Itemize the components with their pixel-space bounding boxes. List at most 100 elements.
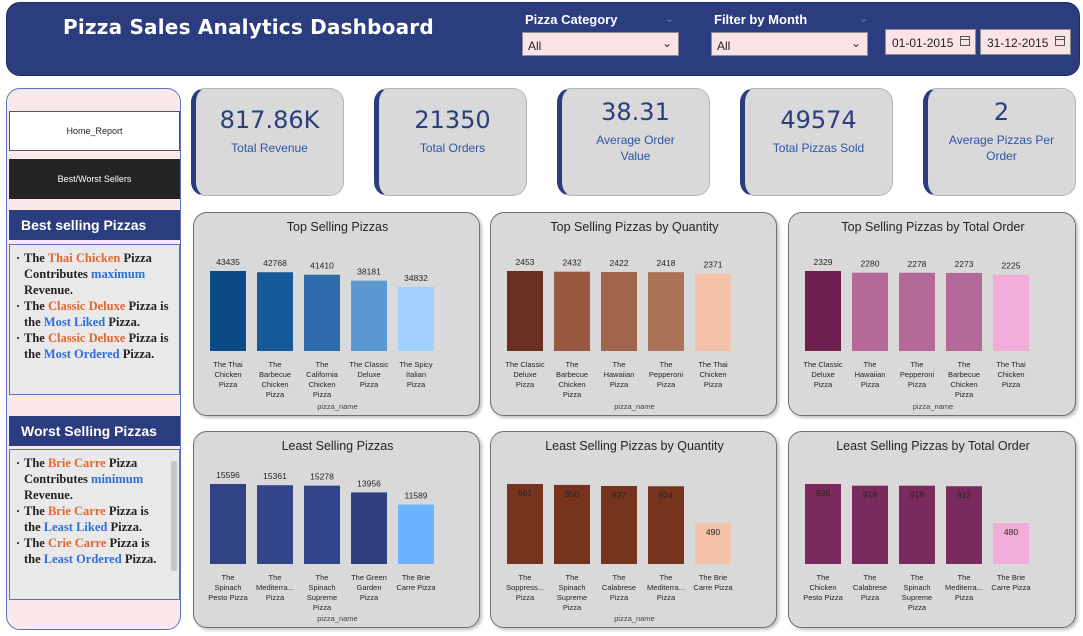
category-select[interactable]: All ⌄ <box>522 32 679 56</box>
data-label: 2371 <box>704 260 723 270</box>
category-label: Pizza <box>360 380 379 389</box>
note-text: Crie Carre <box>47 536 107 550</box>
kpi-value: 49574 <box>780 106 857 134</box>
category-label: Pizza <box>516 380 535 389</box>
bar[interactable] <box>210 484 246 564</box>
x-axis-label: pizza_name <box>614 614 654 623</box>
category-label: Spinach <box>308 583 335 592</box>
home-report-button[interactable]: Home_Report <box>9 111 180 151</box>
calendar-icon[interactable] <box>1055 36 1065 46</box>
bar[interactable] <box>351 280 387 351</box>
category-label: Pizza <box>313 603 332 612</box>
note-line: The Brie Carre Pizza is the Least Liked … <box>16 503 165 535</box>
data-label: 41410 <box>310 261 334 271</box>
bar[interactable] <box>805 271 841 351</box>
category-label: Carre Pizza <box>396 583 436 592</box>
bar[interactable] <box>946 272 982 351</box>
category-label: Barbecue <box>259 370 291 379</box>
category-label: The Brie <box>699 573 727 582</box>
note-text: Pizza. <box>119 347 155 361</box>
note-text: Classic Deluxe <box>47 331 126 345</box>
category-label: Calabrese <box>602 583 636 592</box>
best-worst-sellers-button[interactable]: Best/Worst Sellers <box>9 159 180 199</box>
bar[interactable] <box>398 286 434 351</box>
data-label: 15278 <box>310 472 334 482</box>
category-label: The <box>269 360 282 369</box>
best-selling-heading: Best selling Pizzas <box>9 210 180 240</box>
calendar-icon[interactable] <box>960 36 970 46</box>
data-label: 2329 <box>814 257 833 267</box>
bar[interactable] <box>398 504 434 564</box>
date-to-input[interactable]: 31-12-2015 <box>980 29 1071 55</box>
best-selling-notes: The Thai Chicken Pizza Contributes maxim… <box>9 244 180 395</box>
worst-selling-notes: The Brie Carre Pizza Contributes minimum… <box>9 449 180 600</box>
note-text: The <box>24 504 48 518</box>
category-label: The <box>222 573 235 582</box>
chevron-down-icon: ⌄ <box>665 12 675 25</box>
worst-selling-heading: Worst Selling Pizzas <box>9 416 180 446</box>
category-label: Pizza <box>516 593 535 602</box>
bar[interactable] <box>601 272 637 351</box>
date-from-input[interactable]: 01-01-2015 <box>885 29 976 55</box>
category-label: Deluxe <box>357 370 380 379</box>
category-label: Pizza <box>861 380 880 389</box>
kpi-total-revenue: 817.86K Total Revenue <box>191 88 344 196</box>
dashboard-title: Pizza Sales Analytics Dashboard <box>63 15 434 39</box>
category-label: The Spicy <box>399 360 433 369</box>
category-label: Pizza <box>360 593 379 602</box>
note-line: The Crie Carre Pizza is the Least Ordere… <box>16 535 165 567</box>
kpi-label: Total Orders <box>419 141 486 155</box>
notes-scrollbar[interactable] <box>171 461 177 571</box>
category-label: The Brie <box>997 573 1025 582</box>
bar[interactable] <box>257 485 293 564</box>
category-label: The Green <box>351 573 387 582</box>
chart-least-selling-pizzas: Least Selling Pizzas 15596 The Spinach Pesto… <box>193 431 480 628</box>
note-text: The <box>24 536 48 550</box>
bar[interactable] <box>554 271 590 351</box>
category-label: California <box>306 370 339 379</box>
category-label: Deluxe <box>811 370 834 379</box>
bar[interactable] <box>993 274 1029 351</box>
category-label: Carre Pizza <box>991 583 1031 592</box>
bar[interactable] <box>210 271 246 351</box>
bar[interactable] <box>257 272 293 351</box>
category-label: Pizza <box>563 603 582 612</box>
bar[interactable] <box>648 272 684 351</box>
bar[interactable] <box>351 492 387 564</box>
chevron-down-icon: ⌄ <box>859 12 869 25</box>
kpi-value: 2 <box>993 98 1010 126</box>
note-line: The Thai Chicken Pizza Contributes maxim… <box>16 250 175 298</box>
bar[interactable] <box>507 271 543 351</box>
category-label: Pizza <box>814 380 833 389</box>
category-label: Calabrese <box>853 583 887 592</box>
note-text: Least Ordered <box>43 552 122 566</box>
note-text: Brie Carre <box>47 504 106 518</box>
data-label: 38181 <box>357 267 381 277</box>
note-text: Most Liked <box>43 315 106 329</box>
bar[interactable] <box>304 274 340 351</box>
category-label: Italian <box>406 370 426 379</box>
bar[interactable] <box>304 485 340 564</box>
note-text: Revenue. <box>24 488 73 502</box>
category-label: Pesto Pizza <box>208 593 248 602</box>
category-label: Pizza <box>861 593 880 602</box>
note-text: The <box>24 331 48 345</box>
data-label: 480 <box>1004 527 1018 537</box>
bar[interactable] <box>899 272 935 351</box>
category-label: Spinach <box>214 583 241 592</box>
kpi-average-order-value: 38.31 Average Order Value <box>557 88 710 196</box>
category-label: The <box>613 360 626 369</box>
category-label: The <box>911 573 924 582</box>
category-label: Chicken <box>558 380 585 389</box>
data-label: 2453 <box>516 257 535 267</box>
category-label: The <box>660 360 673 369</box>
data-label: 13956 <box>357 478 381 488</box>
bar[interactable] <box>695 273 731 351</box>
month-select[interactable]: All ⌄ <box>711 32 868 56</box>
data-label: 938 <box>816 488 830 498</box>
month-select-value: All <box>717 39 731 53</box>
note-text: Pizza. <box>107 520 143 534</box>
bar[interactable] <box>852 272 888 351</box>
category-label: Mediterra... <box>256 583 294 592</box>
category-label: The <box>519 573 532 582</box>
